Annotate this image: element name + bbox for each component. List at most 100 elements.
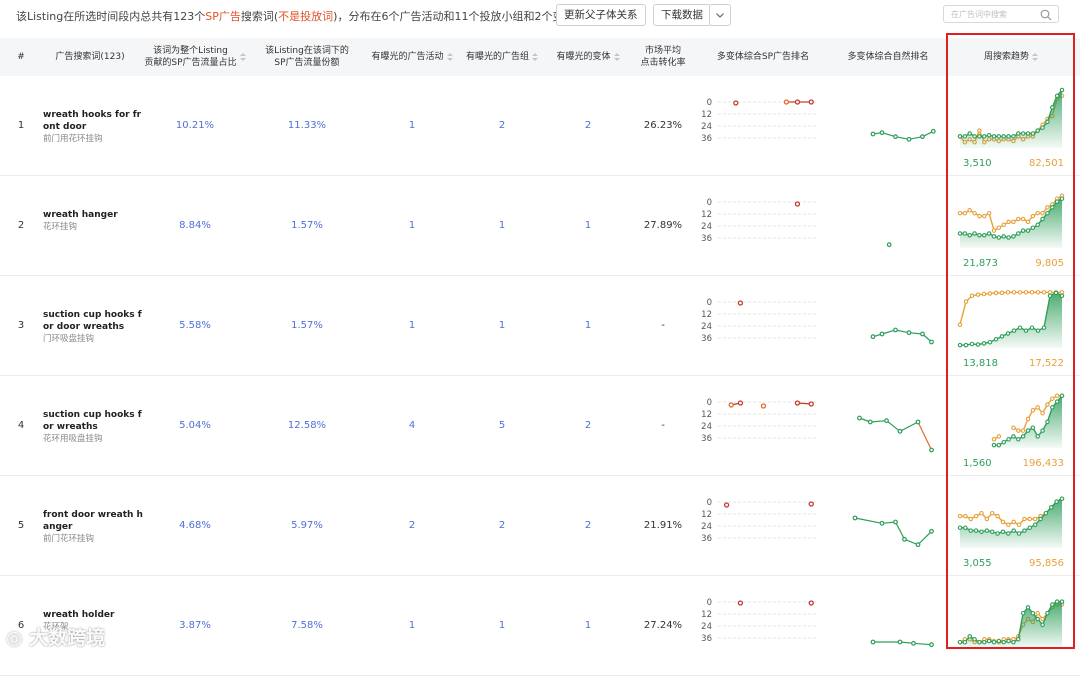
trend-green-point xyxy=(996,134,1002,139)
sort-icon[interactable] xyxy=(532,52,538,62)
natural-rank-point xyxy=(870,334,876,340)
rank-axis-tick: 24 xyxy=(701,622,712,632)
trend-orange-point xyxy=(982,213,987,219)
variants-link[interactable]: 1 xyxy=(548,320,628,331)
traffic-ratio-link[interactable]: 5.04% xyxy=(138,420,252,431)
variants-link[interactable]: 2 xyxy=(548,420,628,431)
trend-orange-point xyxy=(1017,290,1023,295)
keyword-en: suction cup hooks for door wreaths xyxy=(43,310,142,332)
trend-green-point xyxy=(1016,437,1021,442)
traffic-ratio-link[interactable]: 8.84% xyxy=(138,220,252,231)
campaigns-link[interactable]: 1 xyxy=(364,620,460,631)
trend-green-point xyxy=(982,639,987,645)
variants-link[interactable]: 2 xyxy=(548,120,628,131)
natural-rank-point xyxy=(929,339,934,345)
table-row[interactable]: 2 wreath hanger 花环挂钩 8.84% 1.57% 1 1 1 27.89% 0 12… xyxy=(0,176,1080,276)
natural-rank-point xyxy=(902,536,907,542)
rank-axis-tick: 12 xyxy=(701,410,712,420)
campaigns-link[interactable]: 2 xyxy=(364,520,460,531)
groups-link[interactable]: 1 xyxy=(460,220,544,231)
trend-green-point xyxy=(1011,434,1016,439)
trend-green-point xyxy=(991,442,997,448)
trend-green-point xyxy=(1045,419,1050,425)
natural-rank-point xyxy=(857,415,862,421)
traffic-share-link[interactable]: 5.97% xyxy=(250,520,364,531)
trend-left-value: 3,510 xyxy=(963,158,992,169)
table-row[interactable]: 5 front door wreath hanger 前门花环挂钩 4.68% 5.97… xyxy=(0,476,1080,576)
campaigns-link[interactable]: 4 xyxy=(364,420,460,431)
sort-icon[interactable] xyxy=(446,52,453,62)
trend-orange-point xyxy=(1035,610,1040,616)
natural-rank-point xyxy=(870,131,876,137)
variants-link[interactable]: 1 xyxy=(548,620,628,631)
trend-green-point xyxy=(1054,399,1060,404)
natural-rank-point xyxy=(906,330,912,336)
table-row[interactable]: 1 wreath hooks for front door 前门用花环挂钩 10.21… xyxy=(0,76,1080,176)
weekly-trend-chart xyxy=(957,290,1065,348)
groups-link[interactable]: 5 xyxy=(460,420,544,431)
variants-link[interactable]: 2 xyxy=(548,520,628,531)
trend-orange-point xyxy=(1045,205,1050,210)
rank-axis-tick: 24 xyxy=(701,322,712,332)
col-groups[interactable]: 有曝光的广告组 xyxy=(460,38,544,76)
refresh-relation-button[interactable]: 更新父子体关系 xyxy=(556,4,646,26)
traffic-share-link[interactable]: 1.57% xyxy=(250,220,364,231)
trend-orange-point xyxy=(1025,219,1031,225)
trend-green-point xyxy=(963,525,968,530)
col-variants[interactable]: 有曝光的变体 xyxy=(548,38,628,76)
sort-icon[interactable] xyxy=(613,52,620,62)
campaigns-link[interactable]: 1 xyxy=(364,120,460,131)
campaigns-link[interactable]: 1 xyxy=(364,220,460,231)
groups-link[interactable]: 2 xyxy=(460,520,544,531)
download-data-button[interactable]: 下载数据 xyxy=(653,4,711,26)
traffic-share-link[interactable]: 12.58% xyxy=(250,420,364,431)
trend-green-point xyxy=(967,232,972,238)
search-icon[interactable] xyxy=(1040,9,1052,21)
search-placeholder: 在广告词中搜索 xyxy=(951,10,1007,19)
sort-icon[interactable] xyxy=(239,52,246,62)
trend-green-point xyxy=(1011,234,1016,239)
sp-rank-point xyxy=(737,300,744,306)
weekly-trend-chart xyxy=(957,496,1065,548)
trend-green-point xyxy=(972,134,977,139)
keyword-en: front door wreath hanger xyxy=(43,510,143,532)
sp-rank-point xyxy=(783,99,790,105)
col-weekly-trend[interactable]: 周搜索趋势 xyxy=(948,38,1074,76)
trend-green-point xyxy=(962,231,968,236)
traffic-ratio-link[interactable]: 5.58% xyxy=(138,320,252,331)
col-traffic-ratio[interactable]: 该词为整个Listing 贡献的SP广告流量占比 xyxy=(138,38,252,76)
variants-link[interactable]: 1 xyxy=(548,220,628,231)
col-traffic-share[interactable]: 该Listing在该词下的 SP广告流量份额 xyxy=(250,38,364,76)
sort-icon[interactable] xyxy=(1032,52,1038,62)
groups-link[interactable]: 2 xyxy=(460,120,544,131)
cvr-value: 21.91% xyxy=(643,520,683,531)
trend-green-point xyxy=(1054,599,1060,604)
table-row[interactable]: 6 wreath holder 花环架 3.87% 7.58% 1 1 1 27.24% 0 12 2… xyxy=(0,576,1080,676)
sp-rank-chart: 0 12 24 36 xyxy=(701,498,816,544)
download-dropdown-button[interactable] xyxy=(709,4,731,26)
natural-rank-point xyxy=(920,331,925,337)
traffic-share-link[interactable]: 7.58% xyxy=(250,620,364,631)
col-cvr[interactable]: 市场平均 点击转化率 xyxy=(630,38,696,76)
table-row[interactable]: 4 suction cup hooks for wreaths 花环用吸盘挂钩 5.0… xyxy=(0,376,1080,476)
trend-green-point xyxy=(1020,131,1026,136)
campaigns-link[interactable]: 1 xyxy=(364,320,460,331)
trend-green-point xyxy=(1035,222,1040,228)
col-campaigns[interactable]: 有曝光的广告活动 xyxy=(364,38,460,76)
traffic-ratio-link[interactable]: 10.21% xyxy=(138,120,252,131)
traffic-ratio-link[interactable]: 4.68% xyxy=(138,520,252,531)
sp-rank-point xyxy=(737,600,744,606)
traffic-share-link[interactable]: 11.33% xyxy=(250,120,364,131)
traffic-share-link[interactable]: 1.57% xyxy=(250,320,364,331)
trend-green-point xyxy=(982,232,987,238)
trend-orange-point xyxy=(963,513,968,519)
traffic-ratio-link[interactable]: 3.87% xyxy=(138,620,252,631)
search-input[interactable]: 在广告词中搜索 xyxy=(943,5,1059,23)
table-row[interactable]: 3 suction cup hooks for door wreaths 门环吸盘挂… xyxy=(0,276,1080,376)
groups-link[interactable]: 1 xyxy=(460,620,544,631)
rank-axis-tick: 0 xyxy=(707,198,712,208)
trend-orange-point xyxy=(1032,516,1038,522)
groups-link[interactable]: 1 xyxy=(460,320,544,331)
rank-axis-tick: 12 xyxy=(701,510,712,520)
col-keyword[interactable]: 广告搜索词(123) xyxy=(48,38,132,76)
